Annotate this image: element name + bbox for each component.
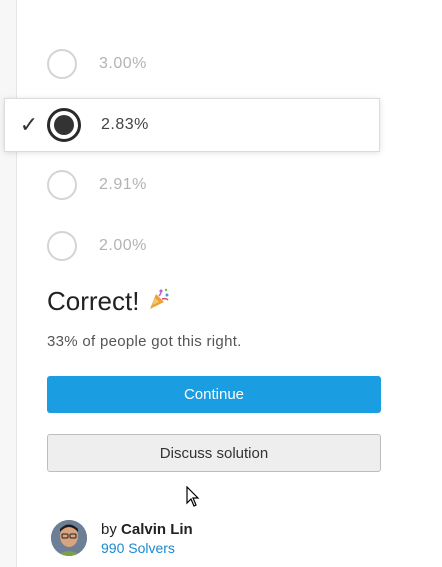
continue-button[interactable]: Continue [47, 376, 381, 413]
result-heading: Correct! [47, 286, 171, 317]
option-label: 3.00% [99, 55, 147, 72]
author-card: by Calvin Lin 990 Solvers [51, 520, 193, 556]
radio-button[interactable] [47, 170, 77, 200]
discuss-solution-button[interactable]: Discuss solution [47, 434, 381, 472]
radio-button[interactable] [47, 49, 77, 79]
radio-button-selected[interactable] [47, 108, 81, 142]
answer-option-4[interactable]: 2.00% [47, 224, 381, 268]
solvers-count-link[interactable]: 990 Solvers [101, 540, 193, 556]
answer-option-1[interactable]: 3.00% [47, 42, 381, 86]
by-label: by [101, 520, 117, 538]
party-popper-icon [147, 287, 171, 317]
author-name[interactable]: Calvin Lin [121, 521, 193, 538]
answer-option-3[interactable]: 2.91% [47, 163, 381, 207]
author-byline: by Calvin Lin [101, 521, 193, 538]
left-rail [0, 0, 17, 567]
success-rate-text: 33% of people got this right. [47, 333, 242, 350]
option-label: 2.00% [99, 237, 147, 254]
radio-button[interactable] [47, 231, 77, 261]
option-label: 2.83% [101, 116, 149, 133]
check-icon: ✓ [19, 112, 39, 137]
option-label: 2.91% [99, 176, 147, 193]
avatar[interactable] [51, 520, 87, 556]
answer-option-2-selected[interactable]: ✓ 2.83% [4, 98, 380, 152]
result-title: Correct! [47, 286, 140, 316]
mouse-pointer-icon [186, 485, 200, 513]
